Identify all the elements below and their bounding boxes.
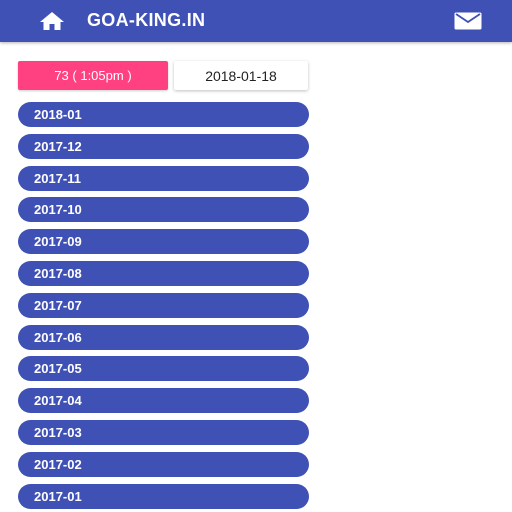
mail-icon	[454, 12, 482, 30]
month-item-2017-03[interactable]: 2017-03	[18, 419, 309, 445]
month-item-2017-12[interactable]: 2017-12	[18, 133, 309, 159]
month-item-2017-11[interactable]: 2017-11	[18, 165, 309, 191]
month-item-2017-08[interactable]: 2017-08	[18, 260, 309, 286]
app-toolbar: GOA-KING.IN	[0, 0, 512, 42]
latest-result-badge: 73 ( 1:05pm )	[18, 61, 168, 90]
month-item-2017-10[interactable]: 2017-10	[18, 197, 309, 223]
home-button[interactable]	[38, 10, 66, 32]
month-archive-list: 2018-01 2017-12 2017-11 2017-10 2017-09 2017-…	[18, 102, 309, 512]
result-date-badge: 2018-01-18	[174, 61, 308, 90]
month-item-2017-02[interactable]: 2017-02	[18, 451, 309, 477]
month-item-2017-07[interactable]: 2017-07	[18, 292, 309, 318]
home-icon	[40, 12, 64, 30]
month-item-2017-01[interactable]: 2017-01	[18, 483, 309, 509]
month-item-2017-05[interactable]: 2017-05	[18, 356, 309, 382]
app-title: GOA-KING.IN	[87, 10, 206, 30]
month-item-2018-01[interactable]: 2018-01	[18, 102, 309, 127]
month-item-2017-04[interactable]: 2017-04	[18, 388, 309, 414]
mail-button[interactable]	[454, 11, 482, 31]
month-item-2017-09[interactable]: 2017-09	[18, 229, 309, 255]
month-item-2017-06[interactable]: 2017-06	[18, 324, 309, 350]
